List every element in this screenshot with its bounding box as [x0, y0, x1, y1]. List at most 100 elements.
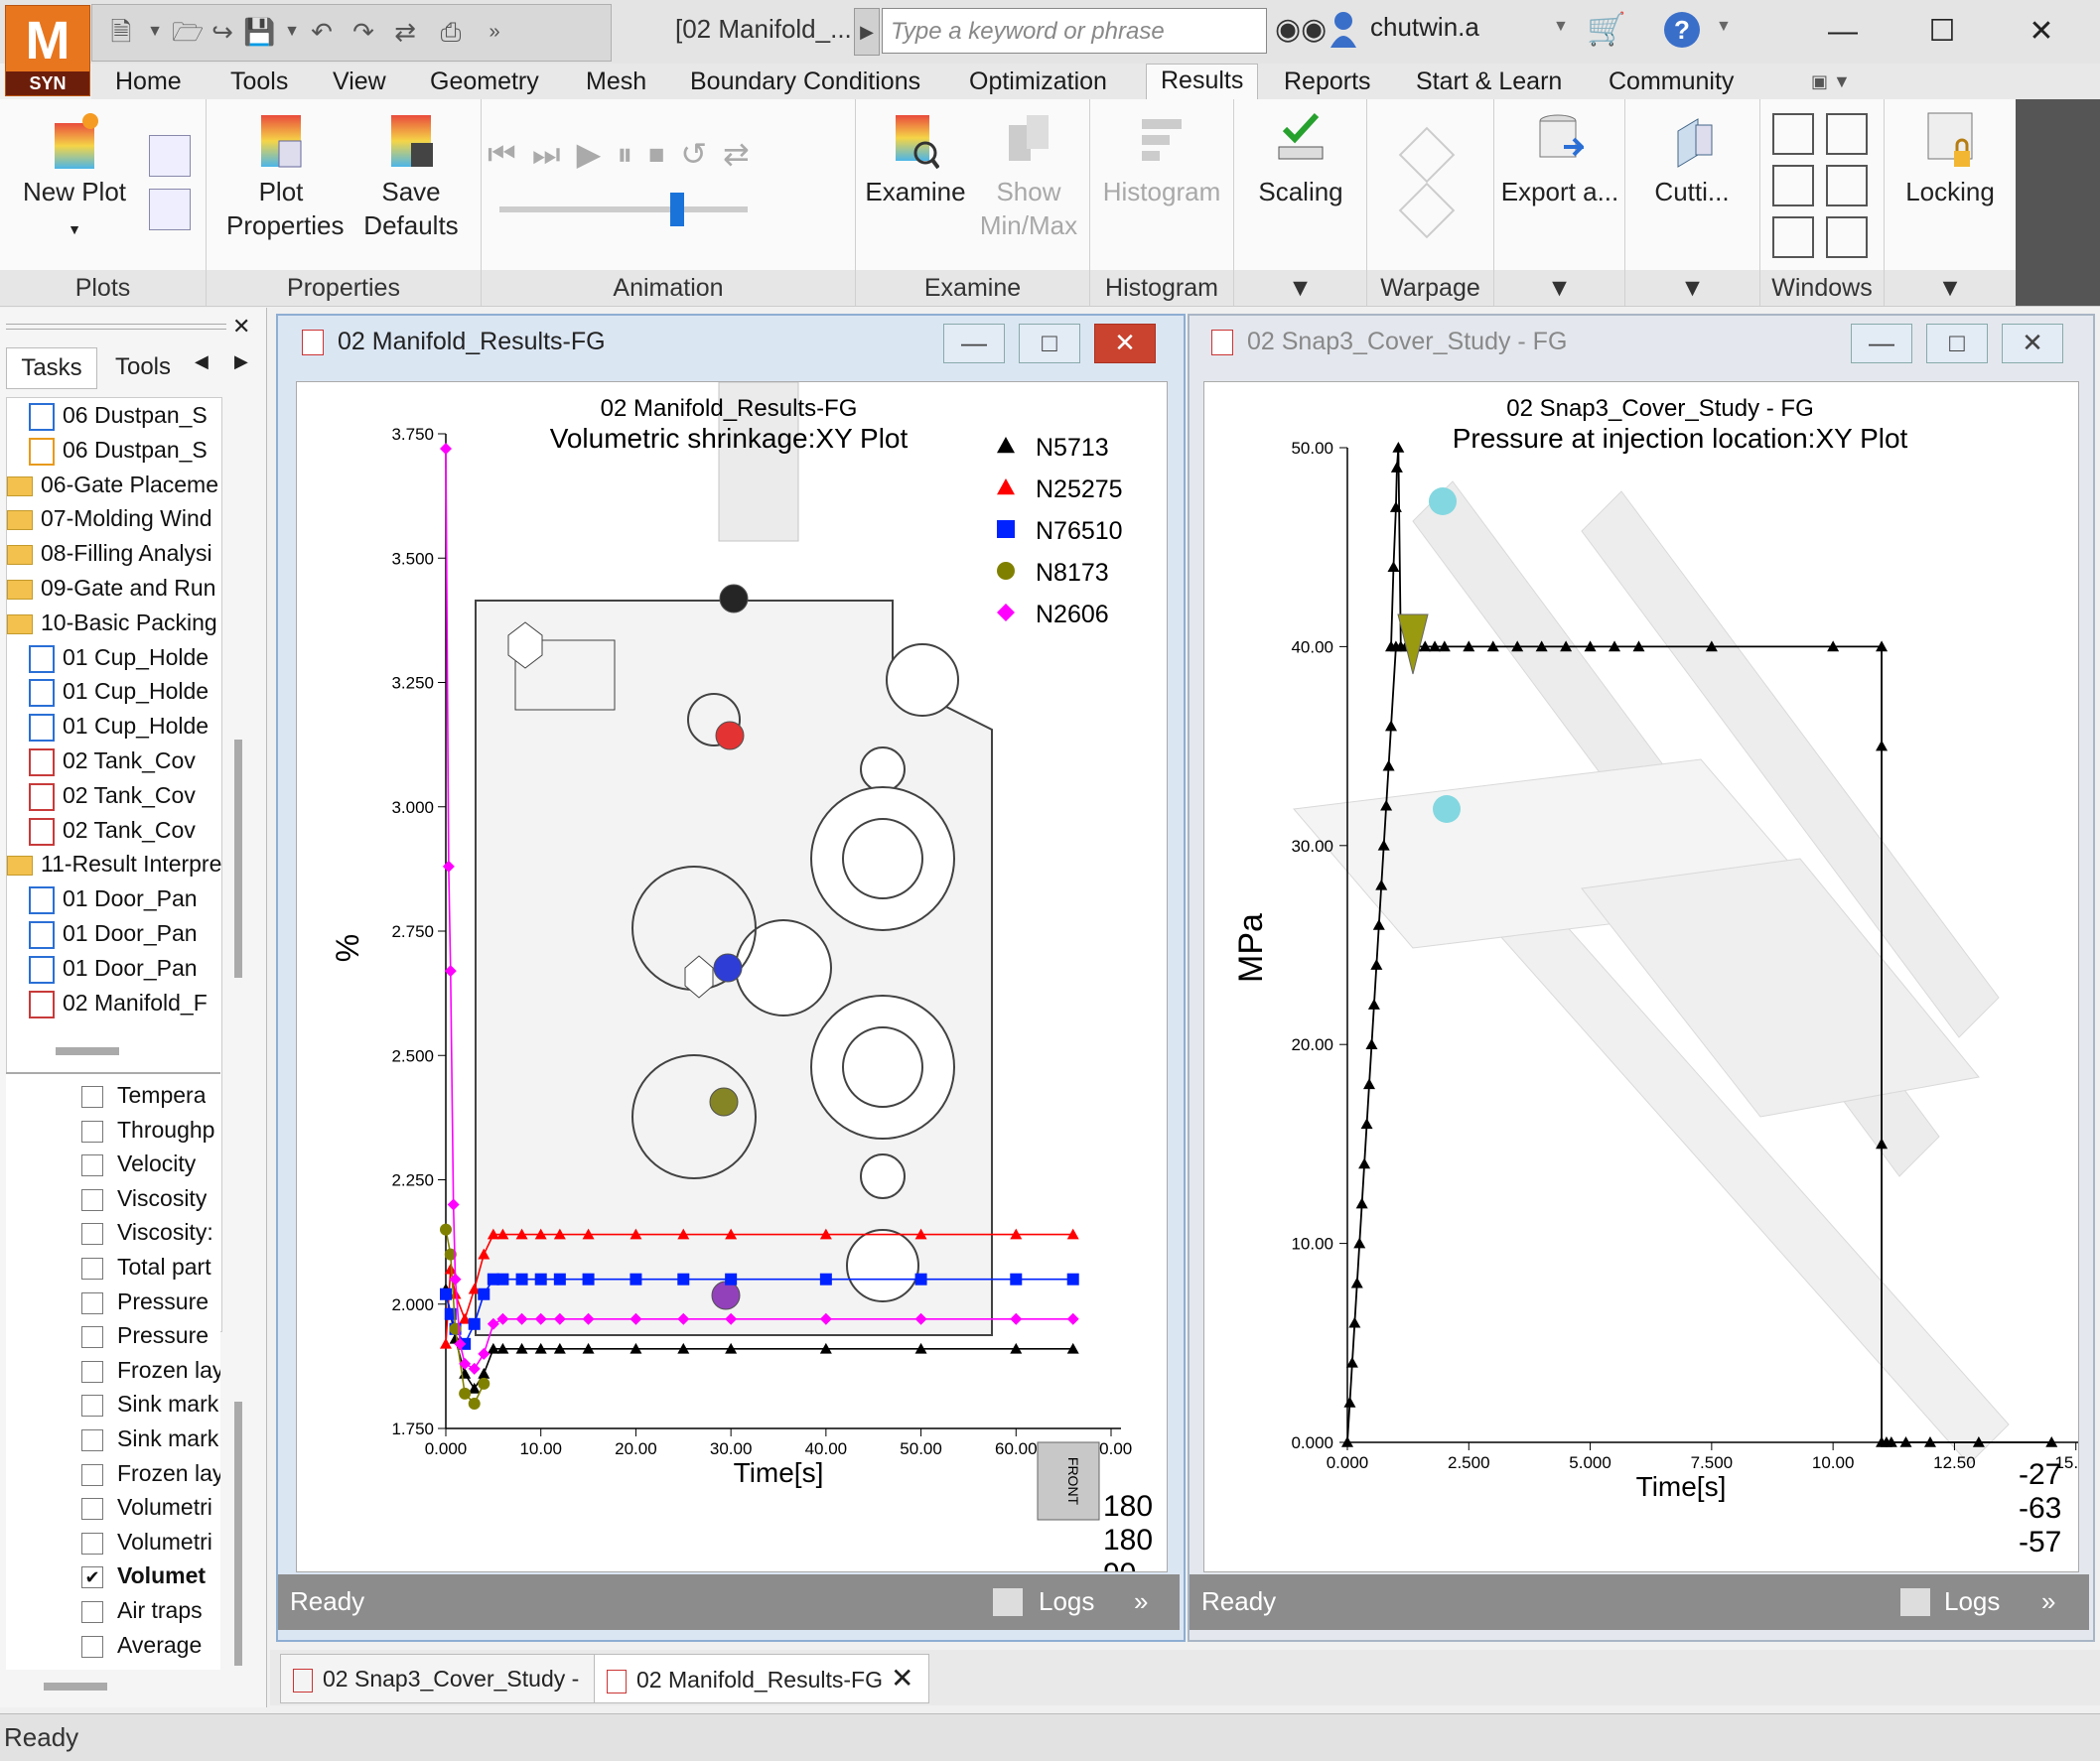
volumetric-shrinkage-chart[interactable]: 1.750 2.000 2.250 2.500 2.750 3.000 3.250 3.500… [297, 381, 1167, 1590]
tree-item[interactable]: 01 Cup_Holde [29, 644, 209, 673]
result-checkbox[interactable] [81, 1532, 103, 1555]
tab-tools[interactable]: Tools [101, 347, 185, 387]
window2-close-button[interactable]: ✕ [2002, 324, 2063, 363]
result-item[interactable]: Viscosity [81, 1185, 207, 1212]
expand-icon[interactable]: ▶ [854, 8, 880, 56]
logs-button[interactable]: Logs [1039, 1574, 1094, 1628]
sync-icon[interactable]: ⇄ [390, 17, 420, 47]
close-button[interactable]: ✕ [2012, 8, 2071, 56]
results-hscrollbar[interactable] [44, 1683, 107, 1691]
save-icon[interactable]: 💾 [243, 17, 275, 47]
locking-dropdown[interactable]: ▼ [1885, 270, 2016, 306]
sync-views-icon[interactable] [1772, 216, 1814, 258]
maximize-button[interactable]: ☐ [1912, 8, 1972, 56]
tab-tasks[interactable]: Tasks [6, 347, 97, 389]
help-icon[interactable]: ? [1664, 12, 1700, 48]
tree-item[interactable]: 02 Tank_Cov [29, 782, 196, 811]
menu-reports[interactable]: Reports [1284, 66, 1371, 97]
result-checkbox[interactable] [81, 1188, 103, 1211]
menu-geometry[interactable]: Geometry [430, 66, 539, 97]
cart-icon[interactable]: 🛒 [1587, 10, 1626, 48]
more-icon[interactable]: » [480, 17, 509, 47]
window-minimize-button[interactable]: — [943, 324, 1005, 363]
cutting-dropdown[interactable]: ▼ [1625, 270, 1759, 306]
menu-mesh[interactable]: Mesh [586, 66, 646, 97]
result-checkbox[interactable] [81, 1154, 103, 1177]
menu-home[interactable]: Home [115, 66, 182, 97]
export-dropdown[interactable]: ▼ [1494, 270, 1624, 306]
save-dropdown-icon[interactable]: ▼ [277, 17, 307, 47]
redo-icon[interactable]: ↷ [349, 17, 378, 47]
logs-icon[interactable] [993, 1588, 1023, 1616]
result-item[interactable]: Volumetri [81, 1494, 212, 1521]
ribbon-options-icon[interactable]: ▣ ▼ [1811, 66, 1851, 97]
result-checkbox[interactable] [81, 1085, 103, 1108]
result-item[interactable]: Pressure [81, 1322, 209, 1349]
doc-tab-close-icon[interactable]: ✕ [891, 1663, 913, 1693]
result-item[interactable]: Volumetri [81, 1529, 212, 1556]
tile-horizontal-icon[interactable] [1772, 113, 1814, 155]
plot-canvas-2[interactable]: 0.000 10.00 20.00 30.00 40.00 50.00 0.000 2.500… [1203, 381, 2100, 1572]
scaling-dropdown[interactable]: ▼ [1234, 270, 1366, 306]
print-icon[interactable]: ⎙ [436, 17, 466, 47]
menu-community[interactable]: Community [1609, 66, 1734, 97]
split-view-icon[interactable] [1826, 216, 1868, 258]
result-checkbox[interactable] [81, 1291, 103, 1314]
import-icon[interactable]: ↪ [208, 17, 237, 47]
tile-grid-icon[interactable] [1826, 113, 1868, 155]
export-button[interactable]: Export a... [1496, 111, 1623, 208]
result-checkbox[interactable] [81, 1463, 103, 1486]
result-checkbox[interactable] [81, 1360, 103, 1383]
app-logo[interactable]: M SYN [5, 5, 90, 96]
tile-vertical-icon[interactable] [1772, 165, 1814, 206]
result-item[interactable]: Pressure [81, 1288, 209, 1315]
expand-logs-icon-2[interactable]: » [2041, 1574, 2055, 1628]
tree-item[interactable]: 01 Door_Pan [29, 920, 198, 949]
result-checkbox[interactable] [81, 1395, 103, 1418]
warpage-icon[interactable] [1398, 126, 1456, 184]
tree-item[interactable]: 01 Door_Pan [29, 955, 198, 984]
tree-hscrollbar[interactable] [56, 1047, 119, 1055]
result-checkbox[interactable] [81, 1257, 103, 1280]
dropdown-icon[interactable]: ▼ [140, 17, 170, 47]
pressure-injection-chart[interactable]: 0.000 10.00 20.00 30.00 40.00 50.00 0.000 2.500… [1204, 382, 2100, 1571]
user-icon[interactable] [1329, 10, 1358, 48]
locking-button[interactable]: Locking [1890, 111, 2010, 208]
user-name[interactable]: chutwin.a [1370, 12, 1479, 43]
animation-controls[interactable]: ⏮⏭▶⏸⏹↺⇄ [488, 135, 766, 174]
plot-properties-button[interactable]: Plot Properties [226, 111, 345, 242]
results-scrollbar[interactable] [234, 1402, 242, 1666]
result-checkbox[interactable] [81, 1498, 103, 1521]
window2-minimize-button[interactable]: — [1851, 324, 1912, 363]
menu-tools[interactable]: Tools [230, 66, 288, 97]
scaling-button[interactable]: Scaling [1240, 111, 1361, 208]
search-input[interactable]: Type a keyword or phrase [882, 8, 1267, 54]
tree-item[interactable]: 06 Dustpan_S [29, 437, 208, 466]
result-checkbox[interactable] [81, 1223, 103, 1246]
tree-item[interactable]: 06-Gate Placeme [7, 472, 218, 498]
result-item[interactable]: Average [81, 1632, 202, 1659]
histogram-button[interactable]: Histogram [1094, 111, 1229, 208]
result-item[interactable]: Tempera [81, 1082, 206, 1109]
warpage-deflect-icon[interactable] [1398, 182, 1456, 239]
result-item[interactable]: Sink mark [81, 1391, 218, 1418]
result-item[interactable]: ✔ Volumet [81, 1562, 206, 1589]
tree-item[interactable]: 01 Cup_Holde [29, 713, 209, 743]
tab-scroll-right-icon[interactable]: ▶ [234, 351, 248, 372]
result-item[interactable]: Total part [81, 1254, 211, 1281]
tree-item[interactable]: 07-Molding Wind [7, 505, 212, 532]
chart-icon[interactable] [149, 189, 191, 230]
result-item[interactable]: Air traps [81, 1597, 203, 1624]
new-plot-button[interactable]: New Plot ▼ [10, 111, 139, 246]
result-item[interactable]: Viscosity: [81, 1219, 213, 1246]
tree-item[interactable]: 01 Door_Pan [29, 885, 198, 915]
panel-close-icon[interactable]: ✕ [232, 314, 250, 339]
result-checkbox[interactable] [81, 1635, 103, 1658]
save-defaults-button[interactable]: Save Defaults [351, 111, 471, 242]
cutting-button[interactable]: Cutti... [1631, 111, 1752, 208]
expand-logs-icon[interactable]: » [1134, 1574, 1148, 1628]
tree-item[interactable]: 01 Cup_Holde [29, 678, 209, 708]
doc-tab-snap3[interactable]: 02 Snap3_Cover_Study - FG [280, 1654, 600, 1739]
plot-window-manifold[interactable]: 02 Manifold_Results-FG — □ ✕ 1.750 2.000 2… [276, 314, 1186, 1642]
result-checkbox[interactable]: ✔ [81, 1566, 103, 1589]
